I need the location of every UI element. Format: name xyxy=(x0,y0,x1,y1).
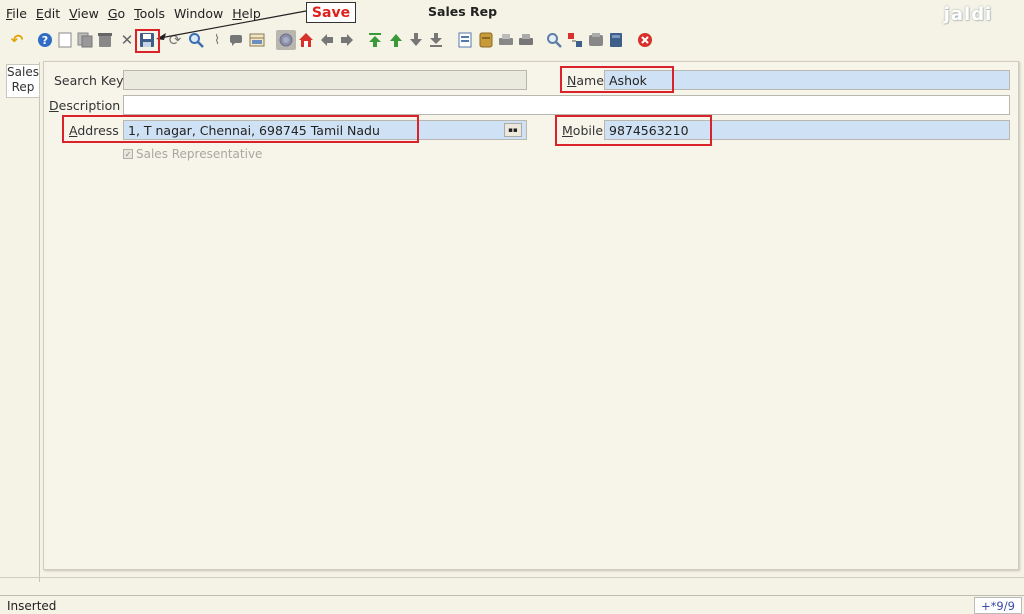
menu-view[interactable]: View xyxy=(69,6,99,21)
first-record-icon[interactable] xyxy=(367,32,383,48)
status-text: Inserted xyxy=(7,599,57,613)
delete-selection-icon[interactable]: ✕ xyxy=(119,32,135,48)
end-icon[interactable] xyxy=(637,32,653,48)
name-highlight-box xyxy=(560,66,674,93)
print-icon[interactable] xyxy=(518,32,534,48)
location-icon: ▪▪ xyxy=(508,126,518,134)
tab-label-line1: Sales xyxy=(7,65,39,79)
sales-rep-checkbox-row[interactable]: ✓ Sales Representative xyxy=(123,147,262,161)
parent-record-icon[interactable] xyxy=(388,32,404,48)
sales-rep-label: Sales Representative xyxy=(136,147,263,161)
workflow-icon[interactable] xyxy=(608,32,624,48)
archive-icon[interactable] xyxy=(478,32,494,48)
next-icon[interactable] xyxy=(339,32,355,48)
status-bar: Inserted +*9/9 xyxy=(0,595,1024,614)
search-key-field[interactable] xyxy=(123,70,527,90)
previous-icon[interactable] xyxy=(319,32,335,48)
new-record-icon[interactable] xyxy=(57,32,73,48)
help-icon[interactable]: ? xyxy=(37,32,53,48)
menu-go[interactable]: Go xyxy=(108,6,125,21)
delete-icon[interactable] xyxy=(97,32,113,48)
record-count[interactable]: +*9/9 xyxy=(974,597,1022,614)
undo-icon[interactable]: ↶ xyxy=(9,32,25,48)
request-icon[interactable] xyxy=(567,32,583,48)
menu-file[interactable]: File xyxy=(6,6,27,21)
sales-rep-checkbox[interactable]: ✓ xyxy=(123,149,133,159)
zoom-across-icon[interactable] xyxy=(546,32,562,48)
menu-edit[interactable]: Edit xyxy=(36,6,60,21)
last-record-icon[interactable] xyxy=(428,32,444,48)
save-highlight-box xyxy=(135,29,160,53)
tab-strip: Sales Rep xyxy=(2,62,40,582)
jaldi-logo: jaldi xyxy=(943,3,993,25)
product-info-icon[interactable] xyxy=(588,32,604,48)
svg-text:?: ? xyxy=(42,34,48,47)
description-field[interactable] xyxy=(123,95,1010,115)
annotation-arrow xyxy=(156,10,307,40)
description-label: Description xyxy=(49,98,121,113)
mobile-highlight-box xyxy=(555,115,712,146)
address-highlight-box xyxy=(62,115,419,143)
search-key-label: Search Key xyxy=(54,73,124,88)
status-strip xyxy=(0,577,1024,593)
location-button[interactable]: ▪▪ xyxy=(504,123,522,137)
tab-label-line2: Rep xyxy=(11,80,35,94)
save-annotation-label: Save xyxy=(306,2,356,23)
tab-sales-rep[interactable]: Sales Rep xyxy=(6,64,40,98)
window-title: Sales Rep xyxy=(428,4,498,19)
report-icon[interactable] xyxy=(457,32,473,48)
copy-record-icon[interactable] xyxy=(77,32,93,48)
detail-record-icon[interactable] xyxy=(408,32,424,48)
print-preview-icon[interactable] xyxy=(498,32,514,48)
